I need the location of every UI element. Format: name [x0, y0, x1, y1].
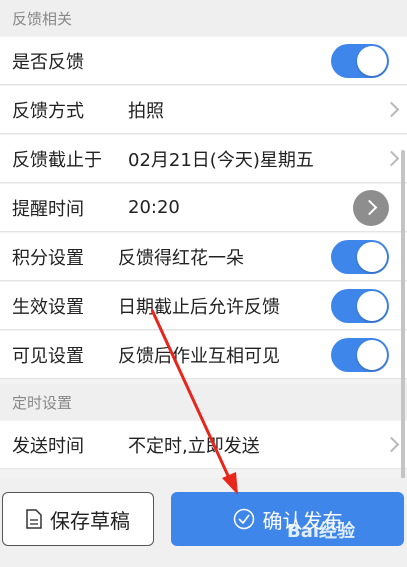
reminder-time-label: 提醒时间: [12, 198, 84, 220]
visibility-value: 反馈后作业互相可见: [118, 345, 280, 367]
row-points: 积分设置 反馈得红花一朵: [0, 233, 407, 281]
row-feedback-method[interactable]: 反馈方式 拍照: [0, 86, 407, 134]
feedback-enabled-toggle[interactable]: [331, 43, 389, 78]
row-reminder-time[interactable]: 提醒时间 20:20: [0, 184, 407, 232]
row-send-time[interactable]: 发送时间 不定时,立即发送: [0, 421, 407, 469]
check-circle-icon: [233, 508, 254, 530]
document-icon: [26, 509, 42, 529]
section-header-feedback: 反馈相关: [0, 0, 407, 36]
effective-toggle[interactable]: [331, 288, 389, 323]
send-time-value: 不定时,立即发送: [128, 435, 260, 457]
reminder-arrow-button-icon[interactable]: [353, 189, 389, 226]
toggle-knob: [357, 290, 387, 321]
effective-label: 生效设置: [12, 296, 84, 318]
row-effective: 生效设置 日期截止后允许反馈: [0, 282, 407, 330]
toggle-knob: [357, 45, 387, 76]
section-header-schedule-label: 定时设置: [12, 393, 73, 412]
row-visibility: 可见设置 反馈后作业互相可见: [0, 331, 407, 379]
section-header-feedback-label: 反馈相关: [12, 9, 73, 28]
section-header-schedule: 定时设置: [0, 384, 407, 420]
reminder-time-value: 20:20: [128, 197, 180, 218]
watermark-logo: Bai经验: [287, 521, 356, 542]
visibility-toggle[interactable]: [331, 337, 389, 372]
row-feedback-enabled: 是否反馈: [0, 37, 407, 85]
toggle-knob: [357, 241, 387, 272]
points-value: 反馈得红花一朵: [118, 247, 244, 269]
visibility-label: 可见设置: [12, 345, 84, 367]
feedback-deadline-value: 02月21日(今天)星期五: [128, 149, 314, 171]
chevron-right-icon: [383, 436, 400, 453]
feedback-method-value: 拍照: [128, 100, 164, 122]
feedback-enabled-label: 是否反馈: [12, 51, 84, 73]
send-time-label: 发送时间: [12, 435, 84, 457]
effective-value: 日期截止后允许反馈: [118, 296, 280, 318]
chevron-right-icon: [383, 101, 400, 118]
row-feedback-deadline[interactable]: 反馈截止于 02月21日(今天)星期五: [0, 135, 407, 183]
scrollbar[interactable]: [401, 150, 405, 480]
points-label: 积分设置: [12, 247, 84, 269]
feedback-method-label: 反馈方式: [12, 100, 84, 122]
points-toggle[interactable]: [331, 239, 389, 274]
chevron-right-icon: [383, 150, 400, 167]
save-draft-button[interactable]: 保存草稿: [2, 492, 154, 546]
feedback-deadline-label: 反馈截止于: [12, 149, 102, 171]
save-draft-label: 保存草稿: [50, 508, 130, 533]
toggle-knob: [357, 339, 387, 370]
